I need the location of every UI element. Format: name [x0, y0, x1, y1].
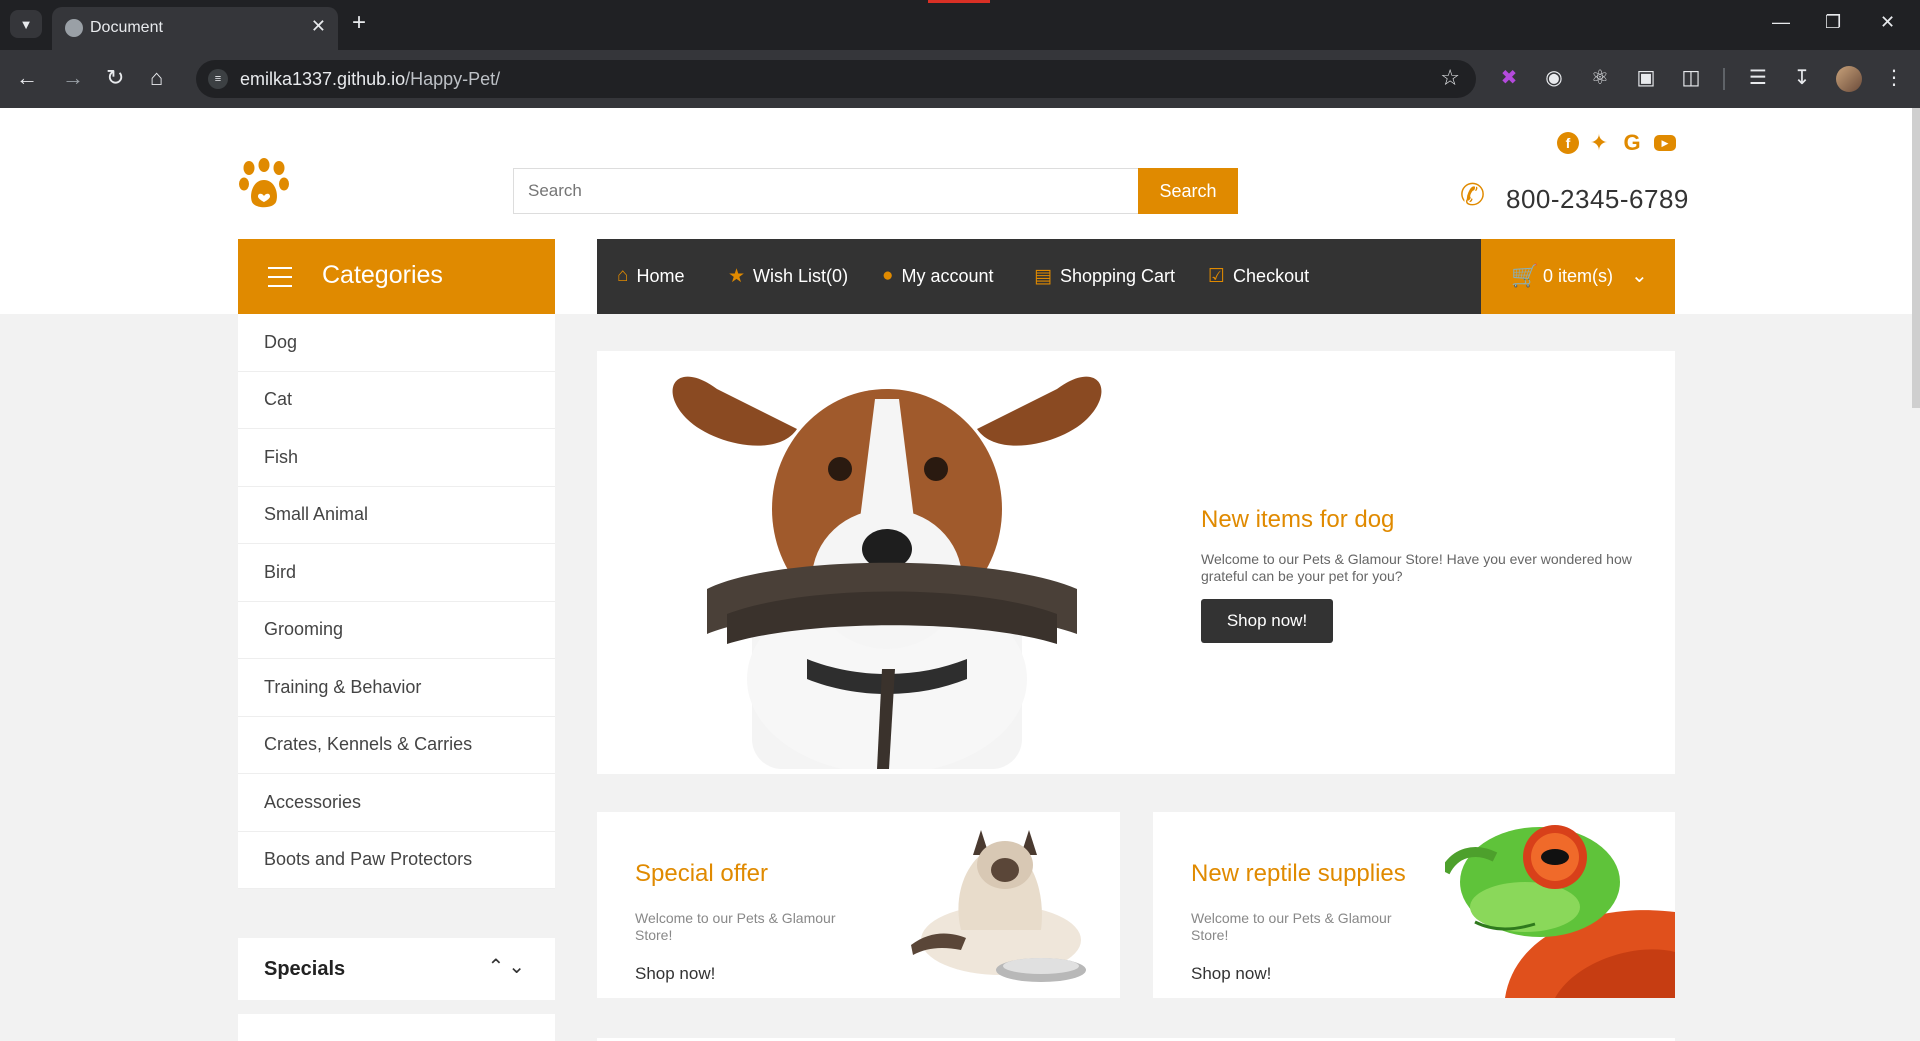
category-item-crates[interactable]: Crates, Kennels & Carries — [238, 717, 555, 774]
page-scrollbar[interactable] — [1912, 108, 1920, 408]
hamburger-icon — [268, 267, 292, 287]
forward-icon[interactable]: → — [62, 66, 84, 90]
reload-icon[interactable]: ↻ — [106, 66, 124, 90]
promo-shop-now-link[interactable]: Shop now! — [1191, 964, 1271, 984]
tab-title: Document — [90, 19, 163, 36]
media-control-icon[interactable]: ☰ — [1746, 66, 1770, 90]
category-item-bird[interactable]: Bird — [238, 544, 555, 602]
web-page: Search f ✦ G ▶ ✆ 800-2345-6789 Categorie… — [0, 108, 1920, 1041]
extension-icon[interactable]: ✖ — [1497, 66, 1521, 90]
home-icon: ⌂ — [617, 265, 629, 286]
promo-reptile-supplies[interactable]: New reptile supplies Welcome to our Pets… — [1153, 812, 1675, 998]
paw-logo-icon[interactable] — [238, 158, 290, 210]
dog-with-leash-image — [672, 376, 1102, 769]
chevron-down-icon: ⌄ — [1631, 265, 1648, 287]
close-window-icon[interactable]: ✕ — [1880, 12, 1895, 33]
search-button[interactable]: Search — [1138, 168, 1238, 214]
address-bar[interactable]: ≡ emilka1337.github.io/Happy-Pet/ ☆ — [196, 60, 1476, 98]
extensions-puzzle-icon[interactable]: ◫ — [1679, 66, 1703, 90]
star-icon: ★ — [728, 266, 746, 287]
search-bar: Search — [513, 168, 1238, 214]
toolbar-separator — [1723, 68, 1725, 90]
specials-content — [238, 1014, 555, 1041]
specials-title: Specials — [264, 958, 346, 980]
google-icon[interactable]: G — [1621, 130, 1643, 155]
cart-icon: ▤ — [1034, 266, 1052, 287]
cart-icon: 🛒 — [1511, 263, 1539, 288]
tab-strip-indicator — [928, 0, 990, 3]
nav-checkout[interactable]: ☑ Checkout — [1208, 265, 1309, 288]
home-icon[interactable]: ⌂ — [150, 66, 163, 90]
category-item-fish[interactable]: Fish — [238, 429, 555, 487]
specials-panel: Specials ⌃⌄ — [238, 938, 555, 1000]
cart-dropdown[interactable]: 🛒 0 item(s) ⌄ — [1481, 239, 1675, 314]
browser-tab[interactable]: Document ✕ — [52, 7, 338, 50]
url-text: emilka1337.github.io/Happy-Pet/ — [240, 69, 501, 89]
main-nav: ⌂ Home ★ Wish List(0) ● My account ▤ Shoppin… — [597, 239, 1481, 314]
promo-title: New reptile supplies — [1191, 860, 1406, 887]
category-item-cat[interactable]: Cat — [238, 372, 555, 429]
nav-wishlist[interactable]: ★ Wish List(0) — [728, 265, 848, 288]
user-icon: ● — [882, 265, 894, 286]
close-tab-icon[interactable]: ✕ — [311, 16, 326, 37]
youtube-icon[interactable]: ▶ — [1654, 135, 1676, 151]
nav-shopping-cart[interactable]: ▤ Shopping Cart — [1034, 265, 1175, 288]
banner-title: New items for dog — [1201, 506, 1395, 533]
nav-account[interactable]: ● My account — [882, 265, 994, 287]
search-input[interactable] — [513, 168, 1139, 214]
site-info-icon[interactable]: ≡ — [208, 69, 228, 89]
nav-home[interactable]: ⌂ Home — [617, 265, 685, 287]
cart-count: 0 item(s) — [1543, 266, 1614, 286]
promo-shop-now-link[interactable]: Shop now! — [635, 964, 715, 984]
chevron-up-icon[interactable]: ⌃ — [487, 956, 508, 978]
specials-carousel-arrows[interactable]: ⌃⌄ — [487, 954, 529, 979]
download-icon[interactable]: ↧ — [1790, 66, 1814, 90]
tab-search-button[interactable]: ▼ — [10, 10, 42, 38]
banner-text: Welcome to our Pets & Glamour Store! Hav… — [1201, 551, 1632, 584]
category-item-accessories[interactable]: Accessories — [238, 774, 555, 832]
banner-shop-now-button[interactable]: Shop now! — [1201, 599, 1333, 643]
react-devtools-icon[interactable]: ⚛ — [1588, 66, 1612, 90]
minimize-icon[interactable]: — — [1772, 12, 1790, 33]
promo-text: Welcome to our Pets & Glamour Store! — [1191, 910, 1392, 943]
category-list: Dog Cat Fish Small Animal Bird Grooming … — [238, 314, 555, 889]
red-eyed-frog-image — [1445, 825, 1675, 998]
chevron-down-icon[interactable]: ⌄ — [508, 956, 529, 978]
bookmark-star-icon[interactable]: ☆ — [1440, 65, 1460, 91]
category-item-training[interactable]: Training & Behavior — [238, 659, 555, 717]
category-item-boots[interactable]: Boots and Paw Protectors — [238, 832, 555, 889]
browser-tab-bar: ▼ Document ✕ + — ❐ ✕ — [0, 0, 1920, 50]
categories-toggle[interactable]: Categories — [238, 239, 555, 314]
category-item-grooming[interactable]: Grooming — [238, 602, 555, 659]
restore-icon[interactable]: ❐ — [1825, 12, 1841, 33]
new-tab-button[interactable]: + — [352, 9, 366, 37]
categories-title: Categories — [322, 261, 443, 289]
back-icon[interactable]: ← — [16, 66, 38, 90]
phone-icon: ✆ — [1460, 179, 1486, 212]
facebook-icon[interactable]: f — [1557, 132, 1579, 154]
category-item-small-animal[interactable]: Small Animal — [238, 487, 555, 544]
promo-text: Welcome to our Pets & Glamour Store! — [635, 910, 836, 943]
twitter-icon[interactable]: ✦ — [1588, 130, 1610, 155]
category-item-dog[interactable]: Dog — [238, 314, 555, 372]
promo-special-offer[interactable]: Special offer Welcome to our Pets & Glam… — [597, 812, 1120, 998]
profile-avatar[interactable] — [1836, 66, 1862, 92]
hero-banner: New items for dog Welcome to our Pets & … — [597, 351, 1675, 774]
globe-icon — [65, 19, 83, 37]
phone-number[interactable]: 800-2345-6789 — [1506, 184, 1689, 215]
menu-dots-icon[interactable]: ⋮ — [1882, 66, 1906, 90]
extension-icon[interactable]: ◉ — [1542, 66, 1566, 90]
checkbox-icon: ☑ — [1208, 266, 1226, 287]
cat-with-bowl-image — [911, 830, 1086, 982]
picture-in-picture-icon[interactable]: ▣ — [1634, 66, 1658, 90]
promo-title: Special offer — [635, 860, 768, 887]
browser-toolbar: ← → ↻ ⌂ ≡ emilka1337.github.io/Happy-Pet… — [0, 50, 1920, 108]
